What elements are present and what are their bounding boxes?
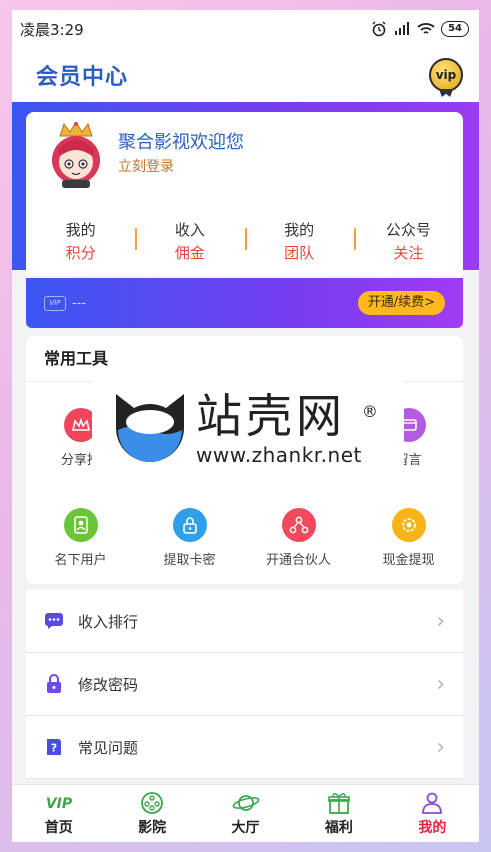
tool-label: 现金提现 (382, 553, 435, 568)
stat-value: 关注 (393, 244, 424, 262)
network-icon (281, 508, 316, 542)
profile-card: 聚合影视欢迎您 立刻登录 我的 积分 收入 佣金 我的 团队 公众号 关注 (26, 112, 463, 276)
lock-icon (172, 508, 207, 542)
stat-follow[interactable]: 公众号 关注 (353, 218, 463, 264)
planet-icon (199, 791, 292, 815)
question-icon: ? (44, 737, 64, 757)
vip-card: VIP --- (44, 295, 87, 311)
vip-badge-icon[interactable]: vip (429, 58, 463, 92)
vip-card-text: --- (72, 295, 87, 311)
vip-card-icon: VIP (44, 295, 66, 311)
chevron-right-icon: › (436, 734, 445, 760)
wifi-icon (417, 23, 435, 34)
menu-item-faq[interactable]: ? 常见问题 › (26, 716, 463, 779)
gift-icon (292, 791, 385, 815)
tool-my-users[interactable]: 名下用户 (26, 508, 135, 568)
film-reel-icon (105, 791, 198, 815)
tool-partner[interactable]: 开通合伙人 (244, 508, 353, 568)
user-card-icon (63, 508, 98, 542)
battery-indicator: 54 (441, 21, 469, 37)
watermark-name-text: 站壳网 (196, 389, 346, 443)
tab-hall[interactable]: 大厅 (199, 785, 292, 842)
padlock-icon (44, 674, 64, 694)
stat-commission[interactable]: 收入 佣金 (135, 218, 244, 264)
status-time: 凌晨3:29 (20, 20, 84, 39)
vip-icon: VIP (12, 791, 105, 815)
cat-logo-icon (116, 394, 184, 462)
menu-label: 修改密码 (78, 675, 139, 694)
watermark-name: 站壳网 ® (196, 389, 378, 443)
menu-label: 常见问题 (78, 738, 139, 757)
tab-label: 首页 (44, 820, 73, 836)
stat-label: 收入 (174, 221, 205, 239)
status-bar: 凌晨3:29 54 (12, 10, 479, 48)
tab-cinema[interactable]: 影院 (105, 785, 198, 842)
tool-label: 提取卡密 (163, 553, 216, 568)
tool-withdraw[interactable]: 现金提现 (354, 508, 463, 568)
svg-text:VIP: VIP (46, 796, 73, 812)
renew-button[interactable]: 开通/续费> (357, 291, 445, 315)
tab-home[interactable]: VIP 首页 (12, 785, 105, 842)
menu-label: 收入排行 (78, 612, 139, 631)
menu-item-income-ranking[interactable]: 收入排行 › (26, 590, 463, 653)
tab-label: 影院 (138, 820, 167, 836)
person-icon (386, 791, 479, 815)
svg-text:?: ? (51, 742, 57, 755)
avatar[interactable] (48, 122, 104, 188)
tools-title: 常用工具 (26, 336, 463, 382)
tool-extract-card[interactable]: 提取卡密 (135, 508, 244, 568)
watermark-text: 站壳网 ® www.zhankr.net (196, 389, 378, 467)
stat-value: 积分 (65, 244, 96, 262)
watermark-url: www.zhankr.net (196, 443, 362, 467)
menu-list: 收入排行 › 修改密码 › ? 常见问题 › (26, 590, 463, 779)
status-icons: 54 (371, 21, 469, 37)
registered-mark: ® (361, 402, 382, 421)
chevron-right-icon: › (436, 671, 445, 697)
menu-item-change-password[interactable]: 修改密码 › (26, 653, 463, 716)
tab-mine[interactable]: 我的 (386, 785, 479, 842)
tab-label: 福利 (324, 820, 353, 836)
signal-icon (395, 22, 410, 35)
stat-points[interactable]: 我的 积分 (26, 218, 135, 264)
vip-badge-text: vip (435, 68, 457, 82)
gear-coin-icon (391, 508, 426, 542)
alarm-icon (372, 21, 386, 37)
page-title: 会员中心 (36, 65, 129, 90)
chat-icon (44, 611, 64, 631)
stat-value: 团队 (284, 244, 315, 262)
page-header: 会员中心 vip (12, 48, 479, 102)
tool-label: 开通合伙人 (265, 553, 331, 568)
stat-label: 公众号 (385, 221, 431, 239)
stats-row: 我的 积分 收入 佣金 我的 团队 公众号 关注 (26, 218, 463, 264)
login-link[interactable]: 立刻登录 (118, 156, 174, 176)
watermark: 站壳网 ® www.zhankr.net (92, 380, 404, 476)
tab-label: 我的 (418, 820, 447, 836)
bottom-tab-bar: VIP 首页 影院 大厅 福利 我的 (12, 784, 479, 842)
stat-label: 我的 (65, 221, 96, 239)
tab-welfare[interactable]: 福利 (292, 785, 385, 842)
stat-label: 我的 (284, 221, 315, 239)
stat-value: 佣金 (174, 244, 205, 262)
chevron-right-icon: › (436, 608, 445, 634)
tab-label: 大厅 (231, 820, 260, 836)
tool-label: 名下用户 (54, 553, 107, 568)
phone-screen: 凌晨3:29 54 会员中心 vip 聚合影视欢迎您 立刻登录 我的 积分 收入… (12, 10, 479, 842)
stat-team[interactable]: 我的 团队 (244, 218, 354, 264)
vip-bar: VIP --- 开通/续费> (26, 278, 463, 328)
username: 聚合影视欢迎您 (118, 132, 244, 153)
